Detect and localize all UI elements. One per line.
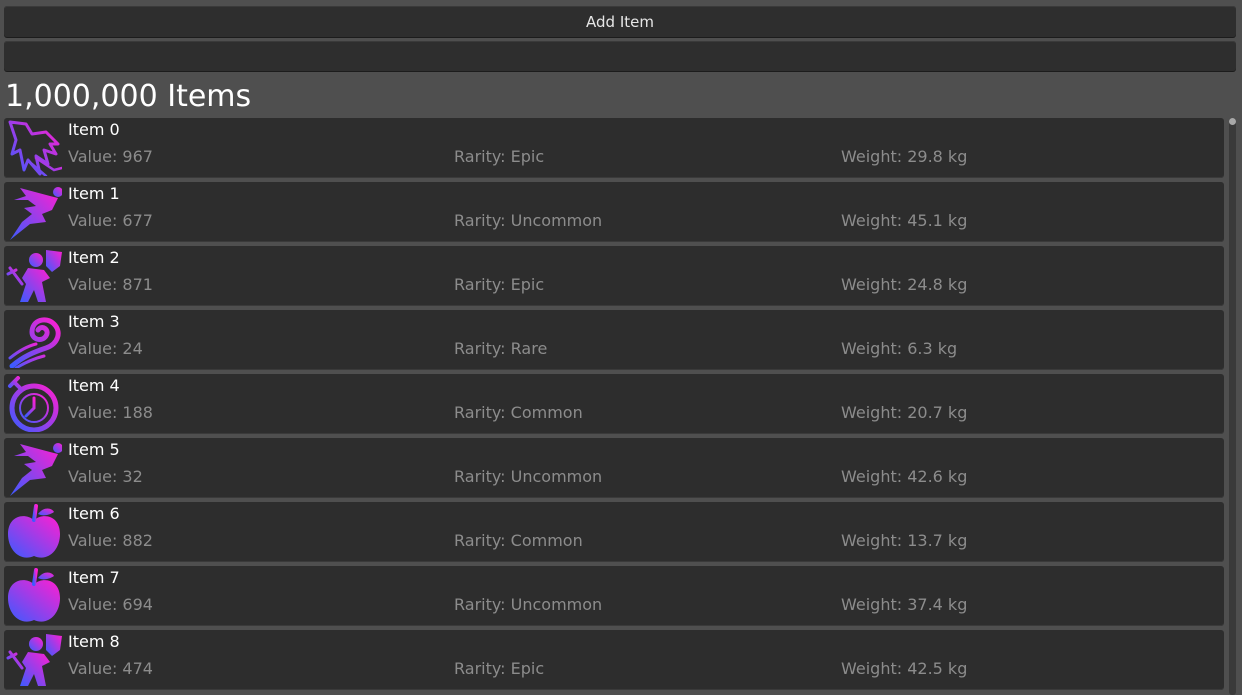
item-weight: Weight: 42.6 kg [841, 467, 968, 486]
scrollbar-thumb[interactable] [1229, 118, 1236, 125]
item-rarity: Rarity: Common [454, 531, 583, 550]
item-value: Value: 677 [68, 211, 153, 230]
list-item[interactable]: Item 3 Value: 24 Rarity: Rare Weight: 6.3 k… [4, 310, 1224, 370]
item-name: Item 0 [68, 120, 120, 139]
item-rarity: Rarity: Epic [454, 147, 545, 166]
knight-icon [6, 634, 62, 686]
apple-icon [8, 504, 60, 558]
item-weight: Weight: 24.8 kg [841, 275, 968, 294]
search-input[interactable] [4, 41, 1236, 71]
item-rarity: Rarity: Uncommon [454, 467, 603, 486]
item-rarity: Rarity: Epic [454, 659, 545, 678]
stopwatch-icon [8, 376, 59, 432]
list-item[interactable]: Item 1 Value: 677 Rarity: Uncommon Weight: … [4, 182, 1224, 242]
item-rarity: Rarity: Rare [454, 339, 548, 358]
list-item[interactable]: Item 8 Value: 474 Rarity: Epic Weight: 42.5… [4, 630, 1224, 690]
knight-icon [6, 250, 62, 302]
wind-spiral-icon [8, 317, 61, 368]
item-value: Value: 474 [68, 659, 153, 678]
item-name: Item 4 [68, 376, 120, 395]
item-value: Value: 694 [68, 595, 153, 614]
running-figure-icon [10, 187, 62, 240]
item-name: Item 6 [68, 504, 120, 523]
item-name: Item 5 [68, 440, 120, 459]
item-rarity: Rarity: Uncommon [454, 211, 603, 230]
item-value: Value: 188 [68, 403, 153, 422]
item-name: Item 8 [68, 632, 120, 651]
item-value: Value: 967 [68, 147, 153, 166]
item-weight: Weight: 37.4 kg [841, 595, 968, 614]
list-item[interactable]: Item 5 Value: 32 Rarity: Uncommon Weight: 4… [4, 438, 1224, 498]
add-item-button[interactable]: Add Item [4, 6, 1236, 37]
apple-icon [8, 568, 60, 622]
item-value: Value: 871 [68, 275, 153, 294]
item-name: Item 7 [68, 568, 120, 587]
running-figure-icon [10, 443, 62, 496]
item-name: Item 3 [68, 312, 120, 331]
item-value: Value: 882 [68, 531, 153, 550]
item-value: Value: 24 [68, 339, 143, 358]
list-item[interactable]: Item 4 Value: 188 Rarity: Common Weight: 20… [4, 374, 1224, 434]
item-weight: Weight: 6.3 kg [841, 339, 958, 358]
item-list[interactable]: Item 0 Value: 967 Rarity: Epic Weight: 29.8… [4, 118, 1224, 695]
item-value: Value: 32 [68, 467, 143, 486]
list-item[interactable]: Item 0 Value: 967 Rarity: Epic Weight: 29.8… [4, 118, 1224, 178]
item-name: Item 2 [68, 248, 120, 267]
item-weight: Weight: 42.5 kg [841, 659, 968, 678]
item-weight: Weight: 45.1 kg [841, 211, 968, 230]
item-rarity: Rarity: Epic [454, 275, 545, 294]
item-rarity: Rarity: Uncommon [454, 595, 603, 614]
lightning-icon [8, 120, 62, 176]
item-weight: Weight: 20.7 kg [841, 403, 968, 422]
item-weight: Weight: 29.8 kg [841, 147, 968, 166]
list-item[interactable]: Item 6 Value: 882 Rarity: Common Weight: 13… [4, 502, 1224, 562]
item-weight: Weight: 13.7 kg [841, 531, 968, 550]
item-count-title: 1,000,000 Items [5, 79, 252, 114]
list-item[interactable]: Item 2 Value: 871 Rarity: Epic Weight: 24.8… [4, 246, 1224, 306]
item-name: Item 1 [68, 184, 120, 203]
vertical-scrollbar[interactable] [1229, 118, 1236, 695]
list-item[interactable]: Item 7 Value: 694 Rarity: Uncommon Weight: … [4, 566, 1224, 626]
item-rarity: Rarity: Common [454, 403, 583, 422]
